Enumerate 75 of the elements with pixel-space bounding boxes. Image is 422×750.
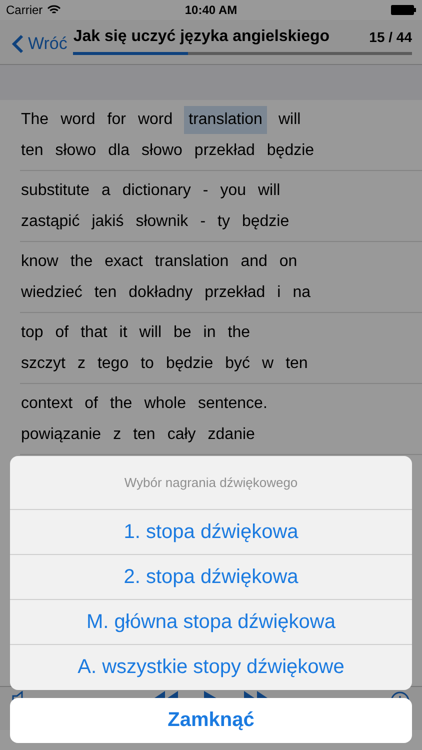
polish-word: ty [216,212,231,232]
english-word[interactable]: you [219,180,247,202]
sheet-option[interactable]: M. główna stopa dźwiękowa [10,600,412,645]
polish-word: z [76,354,86,374]
english-word[interactable]: translation [154,250,230,272]
polish-word: w [261,354,275,374]
battery-icon [391,5,416,15]
polish-word: zastąpić [20,212,81,232]
close-button[interactable]: Zamknąć [10,698,412,743]
sheet-title: Wybór nagrania dźwiękowego [10,456,412,510]
polish-word: ten [132,424,156,444]
english-word[interactable]: whole [143,392,187,414]
english-word[interactable]: sentence. [197,392,268,414]
polish-word: dla [107,140,131,160]
page-counter: 15 / 44 [369,29,412,45]
english-word[interactable]: and [240,250,268,272]
polish-word: będzie [240,212,290,232]
english-word[interactable]: top [20,322,44,344]
english-word[interactable]: word [60,108,96,130]
english-word[interactable]: of [54,322,70,344]
polish-word: przekład [204,282,266,302]
polish-word: - [199,212,207,232]
carrier-label: Carrier [6,3,43,17]
polish-word: powiązanie [20,424,102,444]
english-word[interactable]: the [69,250,94,272]
english-word[interactable]: translation [184,106,268,134]
english-word[interactable]: dictionary [121,180,192,202]
sheet-option[interactable]: A. wszystkie stopy dźwiękowe [10,645,412,690]
english-word[interactable]: the [108,392,134,414]
polish-word: być [224,354,251,374]
polish-word: będzie [164,354,214,374]
polish-word: z [112,424,122,444]
polish-word: cały [166,424,197,444]
english-word[interactable]: it [118,322,128,344]
english-word[interactable]: will [277,108,302,130]
polish-word: i [276,282,282,302]
sheet-option[interactable]: 1. stopa dźwiękowa [10,510,412,555]
english-word[interactable]: will [257,180,282,202]
chevron-left-icon [12,34,24,54]
english-word[interactable]: on [278,250,298,272]
english-word[interactable]: for [106,108,127,130]
english-word[interactable]: - [202,180,210,202]
polish-word: słownik [134,212,190,232]
polish-word: jakiś [90,212,125,232]
lesson-title: Jak się uczyć języka angielskiego [73,28,330,46]
english-word[interactable]: in [202,322,217,344]
polish-word: to [140,354,155,374]
polish-word: wiedzieć [20,282,84,302]
english-word[interactable]: the [226,322,251,344]
english-word[interactable]: of [84,392,99,414]
polish-word: zdanie [206,424,256,444]
polish-word: będzie [266,140,316,160]
status-time: 10:40 AM [184,3,238,17]
polish-word: słowo [140,140,184,160]
polish-word: przekład [193,140,256,160]
polish-word: ten [20,140,44,160]
polish-word: słowo [54,140,98,160]
polish-word: szczyt [20,354,66,374]
english-word[interactable]: know [20,250,60,272]
english-word[interactable]: context [20,392,74,414]
english-word[interactable]: be [172,322,192,344]
english-word[interactable]: The [20,108,50,130]
english-word[interactable]: substitute [20,180,90,202]
polish-word: tego [96,354,130,374]
polish-word: dokładny [128,282,194,302]
sheet-option[interactable]: 2. stopa dźwiękowa [10,555,412,600]
polish-word: ten [93,282,118,302]
english-word[interactable]: exact [104,250,144,272]
wifi-icon [46,5,61,15]
english-word[interactable]: will [138,322,162,344]
english-word[interactable]: word [136,108,174,130]
english-word[interactable]: that [80,322,108,344]
english-word[interactable]: a [100,180,112,202]
polish-word: ten [284,354,309,374]
polish-word: na [292,282,312,302]
